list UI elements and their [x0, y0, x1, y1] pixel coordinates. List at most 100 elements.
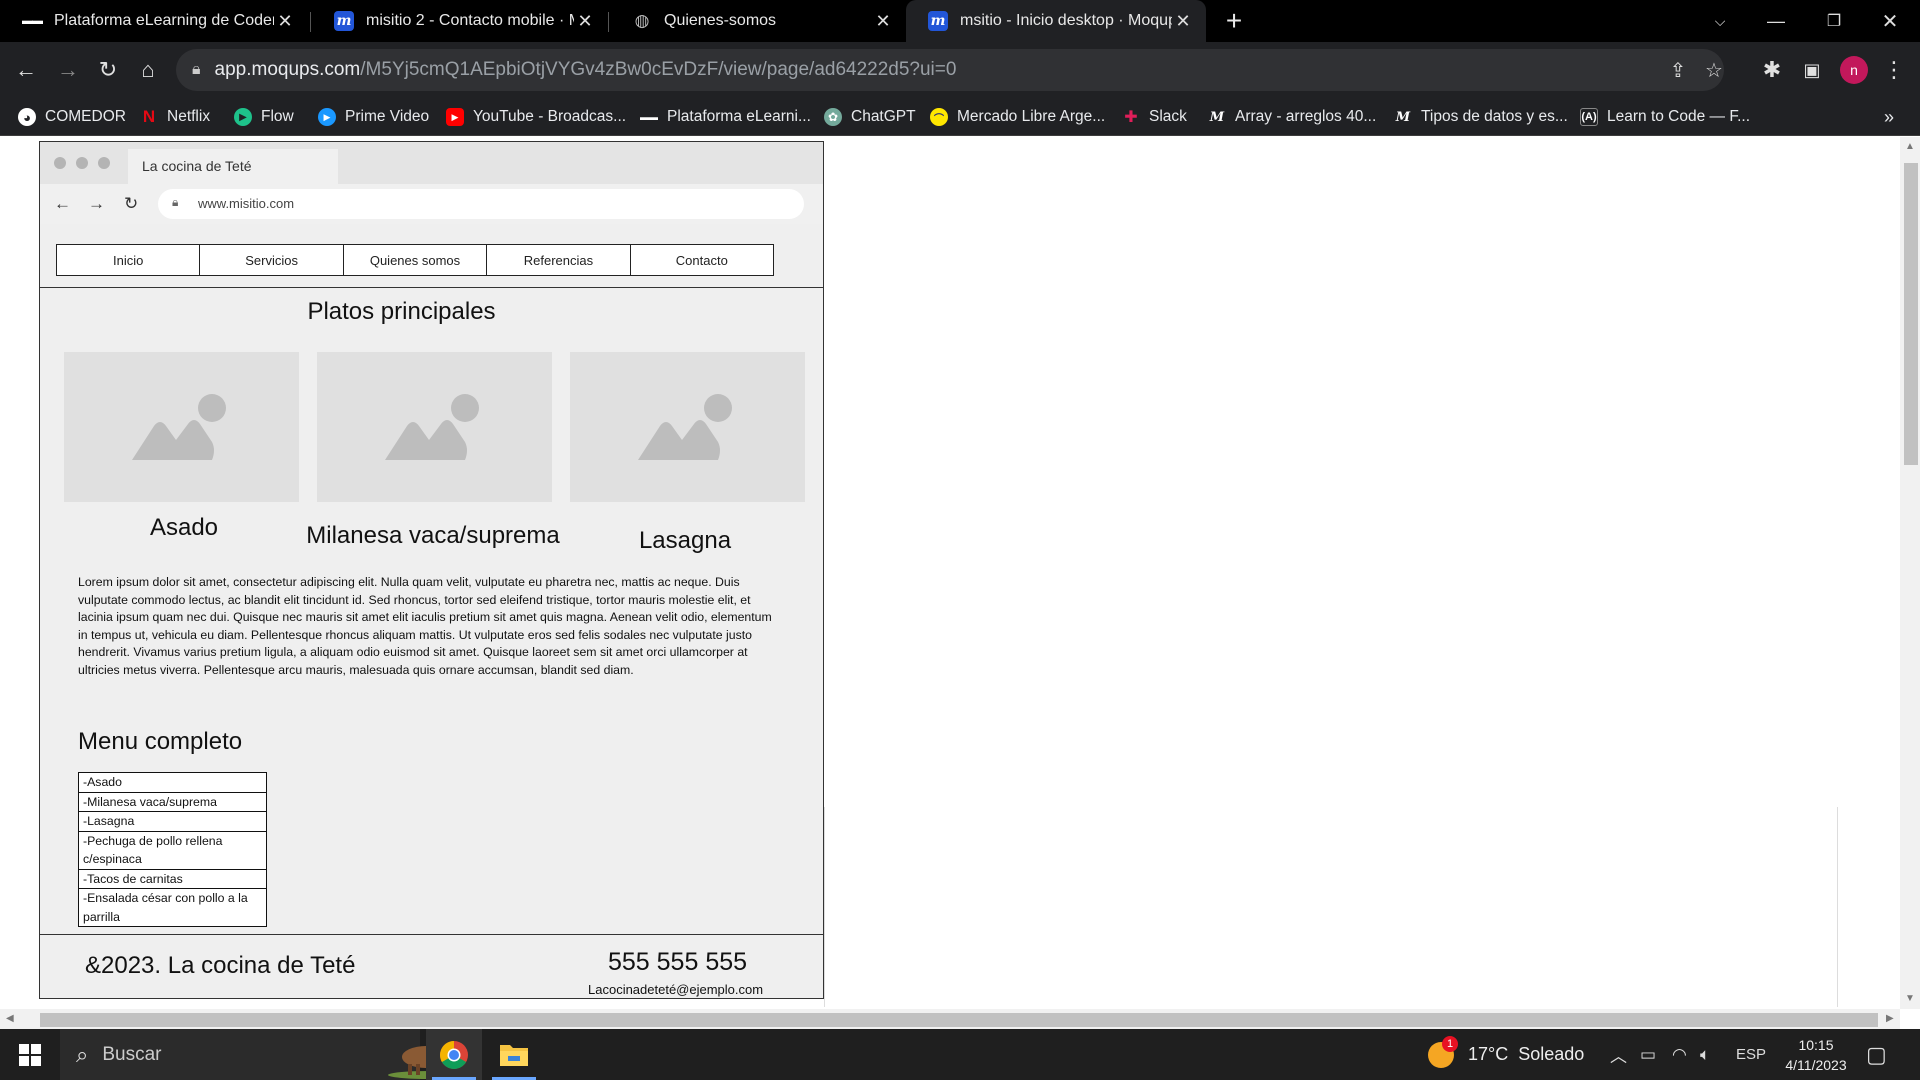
vertical-scrollbar[interactable]: ▲ ▼: [1900, 137, 1920, 1009]
image-icon: [132, 394, 226, 460]
bookmark-prime-video[interactable]: ▶ Prime Video: [318, 98, 429, 136]
tab-msitio-inicio[interactable]: m msitio - Inicio desktop · Moqups ✕: [906, 0, 1206, 42]
battery-icon[interactable]: ▭: [1640, 1029, 1656, 1080]
moqups-icon: m: [334, 11, 354, 31]
horizontal-scrollbar[interactable]: ◀ ▶: [0, 1009, 1900, 1029]
nav-servicios[interactable]: Servicios: [199, 244, 344, 276]
reload-icon[interactable]: ↻: [90, 52, 126, 88]
menu-item: -Tacos de carnitas: [79, 868, 266, 889]
wireframe-address-bar: ← → ↻ 🔒︎ www.misitio.com: [40, 184, 823, 224]
wireframe-window-top: La cocina de Teté: [40, 142, 823, 184]
bookmarks-bar: ◕ COMEDOR N Netflix ▶ Flow ▶ Prime Video ▶ Yo…: [0, 98, 1920, 136]
clock-date: 4/11/2023: [1785, 1057, 1847, 1073]
bookmark-youtube[interactable]: ▶ YouTube - Broadcas...: [446, 98, 626, 136]
tab-quienes-somos[interactable]: ◍ Quienes-somos ✕: [610, 0, 906, 42]
globe-icon: ◍: [634, 11, 650, 30]
bookmark-chatgpt[interactable]: ✿ ChatGPT: [824, 98, 916, 136]
moqups-m-icon: M: [1209, 109, 1225, 125]
wireframe-frame: La cocina de Teté ← → ↻ 🔒︎ www.misitio.c…: [39, 141, 824, 999]
language-indicator[interactable]: ESP: [1736, 1029, 1766, 1080]
taskbar-search[interactable]: ⌕ Buscar: [60, 1029, 472, 1080]
footer-divider: [40, 934, 823, 935]
coderhouse-icon: ▬▬: [640, 112, 658, 122]
address-bar[interactable]: 🔒︎ app.moqups.com/M5Yj5cmQ1AEpbiOtjVYGv4…: [176, 49, 1724, 91]
tab-misitio2-contacto[interactable]: m misitio 2 - Contacto mobile · Moqups ✕: [312, 0, 608, 42]
windows-start-button[interactable]: [0, 1029, 60, 1080]
minimize-icon[interactable]: —: [1748, 0, 1804, 42]
menu-table: -Asado -Milanesa vaca/suprema -Lasagna -…: [78, 772, 267, 927]
taskbar-file-explorer[interactable]: [486, 1029, 542, 1080]
bookmark-comedor[interactable]: ◕ COMEDOR: [18, 98, 126, 136]
bookmark-netflix[interactable]: N Netflix: [140, 98, 210, 136]
dish-label: Milanesa vaca/suprema: [306, 522, 560, 549]
wifi-icon[interactable]: ◠: [1672, 1029, 1687, 1080]
wireframe-reload-icon: ↻: [124, 194, 139, 213]
bookmark-slack[interactable]: ✚ Slack: [1122, 98, 1187, 136]
menu-item: -Asado: [83, 775, 122, 789]
bookmark-star-icon[interactable]: ☆: [1696, 52, 1732, 88]
menu-kebab-icon[interactable]: ⋮: [1876, 52, 1912, 88]
dish-label: Asado: [149, 514, 219, 541]
window-dot: [98, 157, 110, 169]
body-paragraph: Lorem ipsum dolor sit amet, consectetur …: [78, 575, 772, 677]
tab-title: Plataforma eLearning de Coderhouse: [54, 12, 274, 29]
menu-item: -Pechuga de pollo rellena c/espinaca: [79, 830, 266, 869]
tab-search-chevron-icon[interactable]: ⌵: [1692, 0, 1748, 42]
nav-quienes-somos[interactable]: Quienes somos: [342, 244, 488, 276]
search-icon: ⌕: [76, 1041, 89, 1067]
window-dot: [76, 157, 88, 169]
weather-widget[interactable]: 1 17°C Soleado: [1428, 1029, 1584, 1080]
image-placeholder: [570, 352, 805, 502]
extensions-icon[interactable]: ✱: [1754, 52, 1790, 88]
more-bookmarks-button[interactable]: »: [1884, 98, 1894, 136]
scroll-left-arrow-icon[interactable]: ◀: [6, 1013, 14, 1024]
forward-icon[interactable]: →: [50, 52, 86, 88]
footer-copyright: &2023. La cocina de Teté: [85, 952, 356, 979]
taskbar-clock[interactable]: 10:15 4/11/2023: [1776, 1035, 1856, 1075]
close-icon[interactable]: ✕: [574, 11, 596, 32]
wireframe-url-text: www.misitio.com: [198, 196, 295, 211]
profile-avatar[interactable]: n: [1840, 56, 1868, 84]
windows-taskbar: ⌕ Buscar 1 17°C Soleado ︿ ▭ ◠ 🔈︎ ESP 10:…: [0, 1029, 1920, 1080]
bookmark-array-arreglos[interactable]: M Array - arreglos 40...: [1208, 98, 1376, 136]
close-icon[interactable]: ✕: [872, 11, 894, 32]
lock-icon: 🔒︎: [192, 61, 201, 78]
section-title: Platos principales: [307, 298, 496, 325]
new-tab-button[interactable]: +: [1214, 0, 1254, 42]
scroll-down-arrow-icon[interactable]: ▼: [1905, 993, 1915, 1004]
bookmark-tipos-de-datos[interactable]: M Tipos de datos y es...: [1394, 98, 1568, 136]
window-close-icon[interactable]: ✕: [1862, 0, 1918, 42]
share-icon[interactable]: ⇪: [1660, 52, 1696, 88]
bookmark-mercadolibre[interactable]: ⌒ Mercado Libre Arge...: [930, 98, 1105, 136]
show-hidden-icons-chevron-icon[interactable]: ︿: [1610, 1029, 1627, 1080]
close-icon[interactable]: ✕: [274, 11, 296, 32]
scroll-right-arrow-icon[interactable]: ▶: [1886, 1013, 1894, 1024]
taskbar-chrome[interactable]: [426, 1029, 482, 1080]
nav-contacto[interactable]: Contacto: [629, 244, 775, 276]
tab-coderhouse[interactable]: ▬▬ Plataforma eLearning de Coderhouse ✕: [0, 0, 308, 42]
volume-icon[interactable]: 🔈︎: [1700, 1029, 1710, 1080]
weather-alert-badge: 1: [1442, 1035, 1458, 1052]
restore-icon[interactable]: ❐: [1806, 0, 1862, 42]
side-panel-icon[interactable]: ▣: [1794, 52, 1830, 88]
nav-referencias[interactable]: Referencias: [486, 244, 631, 276]
close-icon[interactable]: ✕: [1172, 11, 1194, 32]
weather-temp: 17°C: [1468, 1044, 1509, 1064]
scroll-up-arrow-icon[interactable]: ▲: [1905, 141, 1915, 152]
address-url: app.moqups.com/M5Yj5cmQ1AEpbiOtjVYGv4zBw…: [214, 59, 957, 80]
menu-item: -Ensalada césar con pollo a la parrilla: [79, 888, 266, 926]
bookmark-coderhouse[interactable]: ▬▬ Plataforma eLearni...: [640, 98, 811, 136]
menu-item: -Milanesa vaca/suprema: [79, 791, 266, 812]
back-icon[interactable]: ←: [8, 52, 44, 88]
browser-toolbar: ← → ↻ ⌂ 🔒︎ app.moqups.com/M5Yj5cmQ1AEpbi…: [0, 42, 1920, 98]
vertical-scroll-thumb[interactable]: [1904, 163, 1918, 465]
notifications-icon[interactable]: ▢: [1866, 1029, 1887, 1080]
bookmark-flow[interactable]: ▶ Flow: [234, 98, 294, 136]
dish-label: Lasagna: [638, 527, 732, 554]
menu-title: Menu completo: [78, 728, 243, 755]
horizontal-scroll-thumb[interactable]: [40, 1013, 1878, 1027]
nav-inicio[interactable]: Inicio: [56, 244, 201, 276]
home-icon[interactable]: ⌂: [130, 52, 166, 88]
wireframe-nav-menu: Inicio Servicios Quienes somos Referenci…: [56, 244, 775, 276]
bookmark-freecodecamp[interactable]: (A) Learn to Code — F...: [1580, 98, 1750, 136]
